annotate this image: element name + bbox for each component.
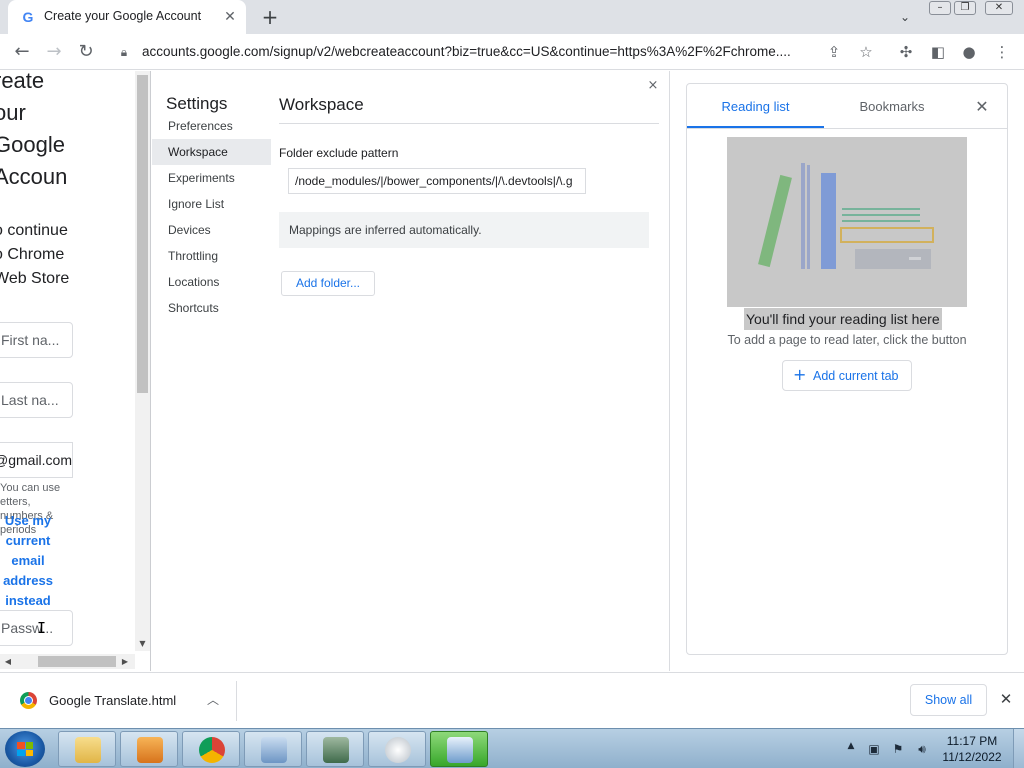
taskbar-control-panel[interactable] <box>244 731 302 767</box>
mappings-note: Mappings are inferred automatically. <box>279 212 649 248</box>
side-panel-icon[interactable]: ◧ <box>928 42 948 62</box>
download-bar-close-icon[interactable]: ✕ <box>996 689 1016 709</box>
action-center-flag-icon[interactable]: ⚑ <box>890 741 906 757</box>
scrollbar-thumb[interactable] <box>38 656 116 667</box>
taskbar-remote-desktop[interactable] <box>430 731 488 767</box>
scroll-down-icon[interactable]: ▼ <box>135 636 150 651</box>
page-vertical-scrollbar[interactable]: ▼ <box>135 71 150 651</box>
tab-close-icon[interactable]: ✕ <box>220 7 240 27</box>
menu-kebab-icon[interactable]: ⋮ <box>992 42 1012 62</box>
restore-icon[interactable]: ❐ <box>954 1 976 15</box>
tab-bookmarks[interactable]: Bookmarks <box>824 84 960 128</box>
tab-reading-list[interactable]: Reading list <box>687 84 824 128</box>
windows-taskbar: ▲ ▣ ⚑ 🔊︎ 11:17 PM 11/12/2022 <box>0 728 1024 768</box>
profile-avatar-icon[interactable]: ● <box>959 42 979 62</box>
settings-nav-workspace[interactable]: Workspace <box>152 139 271 165</box>
page-horizontal-scrollbar[interactable]: ◀ ▶ <box>0 654 135 669</box>
devtools-settings-pane: Settings Preferences Workspace Experiments… <box>150 71 670 671</box>
lock-icon[interactable]: 🔒︎ <box>116 44 132 60</box>
exclude-pattern-label: Folder exclude pattern <box>279 146 399 160</box>
windows-logo-icon <box>17 742 33 756</box>
scroll-left-icon[interactable]: ◀ <box>2 654 14 669</box>
volume-icon[interactable]: 🔊︎ <box>914 741 930 757</box>
page-heading: reate our Google Accoun <box>0 71 68 189</box>
address-bar[interactable]: accounts.google.com/signup/v2/webcreatea… <box>142 44 814 59</box>
system-clock[interactable]: 11:17 PM 11/12/2022 <box>936 733 1008 765</box>
settings-nav-devices[interactable]: Devices <box>152 217 271 243</box>
clock-time: 11:17 PM <box>946 734 998 748</box>
text-cursor-icon: I <box>37 619 47 637</box>
window-close-icon[interactable]: ✕ <box>985 1 1013 15</box>
chrome-file-icon <box>20 692 37 709</box>
empty-state-subtitle: To add a page to read later, click the b… <box>727 333 967 347</box>
bookmark-star-icon[interactable]: ☆ <box>856 42 876 62</box>
tray-expand-icon[interactable]: ▲ <box>845 741 857 755</box>
settings-nav-preferences[interactable]: Preferences <box>152 113 271 139</box>
minimize-icon[interactable]: – <box>929 1 951 15</box>
extensions-puzzle-icon[interactable]: ✣ <box>896 42 916 62</box>
forward-icon[interactable]: → <box>42 40 66 64</box>
side-panel-close-icon[interactable]: ✕ <box>971 96 993 118</box>
taskbar-chrome[interactable] <box>182 731 240 767</box>
workspace-heading: Workspace <box>279 95 364 114</box>
browser-tab[interactable]: G Create your Google Account ✕ <box>8 0 246 34</box>
divider <box>279 123 659 124</box>
taskbar-gauge-app[interactable] <box>368 731 426 767</box>
add-folder-button[interactable]: Add folder... <box>281 271 375 296</box>
signup-page: reate our Google Accoun o continue o Chr… <box>0 71 150 671</box>
taskbar-explorer[interactable] <box>58 731 116 767</box>
browser-toolbar: ← → ↻ 🔒︎ accounts.google.com/signup/v2/w… <box>0 34 1024 70</box>
settings-close-icon[interactable]: × <box>645 78 661 94</box>
page-subheading: o continue o Chrome Web Store <box>0 222 70 287</box>
back-icon[interactable]: ← <box>10 40 34 64</box>
gauge-icon <box>385 737 411 763</box>
divider <box>687 128 1007 129</box>
new-tab-icon[interactable]: + <box>258 5 282 29</box>
clock-date: 11/12/2022 <box>942 750 1002 764</box>
empty-state-title: You'll find your reading list here <box>744 308 942 330</box>
tab-strip: G Create your Google Account ✕ + ⌄ – ❐ ✕ <box>0 0 1024 34</box>
share-icon[interactable]: ⇪ <box>824 42 844 62</box>
reading-list-side-panel: Reading list Bookmarks ✕ You'll find you… <box>686 83 1008 655</box>
reload-icon[interactable]: ↻ <box>74 40 98 64</box>
chrome-icon <box>199 737 225 763</box>
last-name-field[interactable]: Last na... <box>0 382 73 418</box>
settings-nav-locations[interactable]: Locations <box>152 269 271 295</box>
taskbar-media-player[interactable] <box>120 731 178 767</box>
exclude-pattern-input[interactable]: /node_modules/|/bower_components/|/\.dev… <box>288 168 586 194</box>
settings-title: Settings <box>166 94 228 113</box>
folder-icon <box>75 737 101 763</box>
scroll-right-icon[interactable]: ▶ <box>119 654 131 669</box>
show-desktop-button[interactable] <box>1013 729 1024 768</box>
remote-desktop-icon <box>447 737 473 763</box>
start-button[interactable] <box>5 731 45 767</box>
control-panel-icon <box>261 737 287 763</box>
download-bar: Google Translate.html ︿ Show all ✕ <box>0 672 1024 728</box>
taskbar-task-manager[interactable] <box>306 731 364 767</box>
show-all-button[interactable]: Show all <box>910 684 987 716</box>
tab-search-chevron-icon[interactable]: ⌄ <box>895 7 915 27</box>
first-name-field[interactable]: First na... <box>0 322 73 358</box>
task-manager-icon <box>323 737 349 763</box>
divider <box>236 681 237 721</box>
settings-nav-ignore-list[interactable]: Ignore List <box>152 191 271 217</box>
media-player-icon <box>137 737 163 763</box>
download-file-name[interactable]: Google Translate.html <box>49 693 176 708</box>
reading-list-illustration <box>727 137 967 307</box>
chevron-up-icon[interactable]: ︿ <box>203 690 223 710</box>
settings-nav-throttling[interactable]: Throttling <box>152 243 271 269</box>
google-favicon-icon: G <box>22 9 34 25</box>
scrollbar-thumb[interactable] <box>137 75 148 393</box>
network-icon[interactable]: ▣ <box>866 741 882 757</box>
use-email-link[interactable]: Use my current email address instead <box>0 511 56 611</box>
plus-icon: + <box>793 365 807 384</box>
add-current-tab-button[interactable]: + Add current tab <box>782 360 912 391</box>
tab-title: Create your Google Account <box>44 9 202 23</box>
add-current-tab-label: Add current tab <box>813 369 899 383</box>
settings-nav-experiments[interactable]: Experiments <box>152 165 271 191</box>
username-field[interactable]: @gmail.com <box>0 442 73 478</box>
settings-nav-shortcuts[interactable]: Shortcuts <box>152 295 271 321</box>
